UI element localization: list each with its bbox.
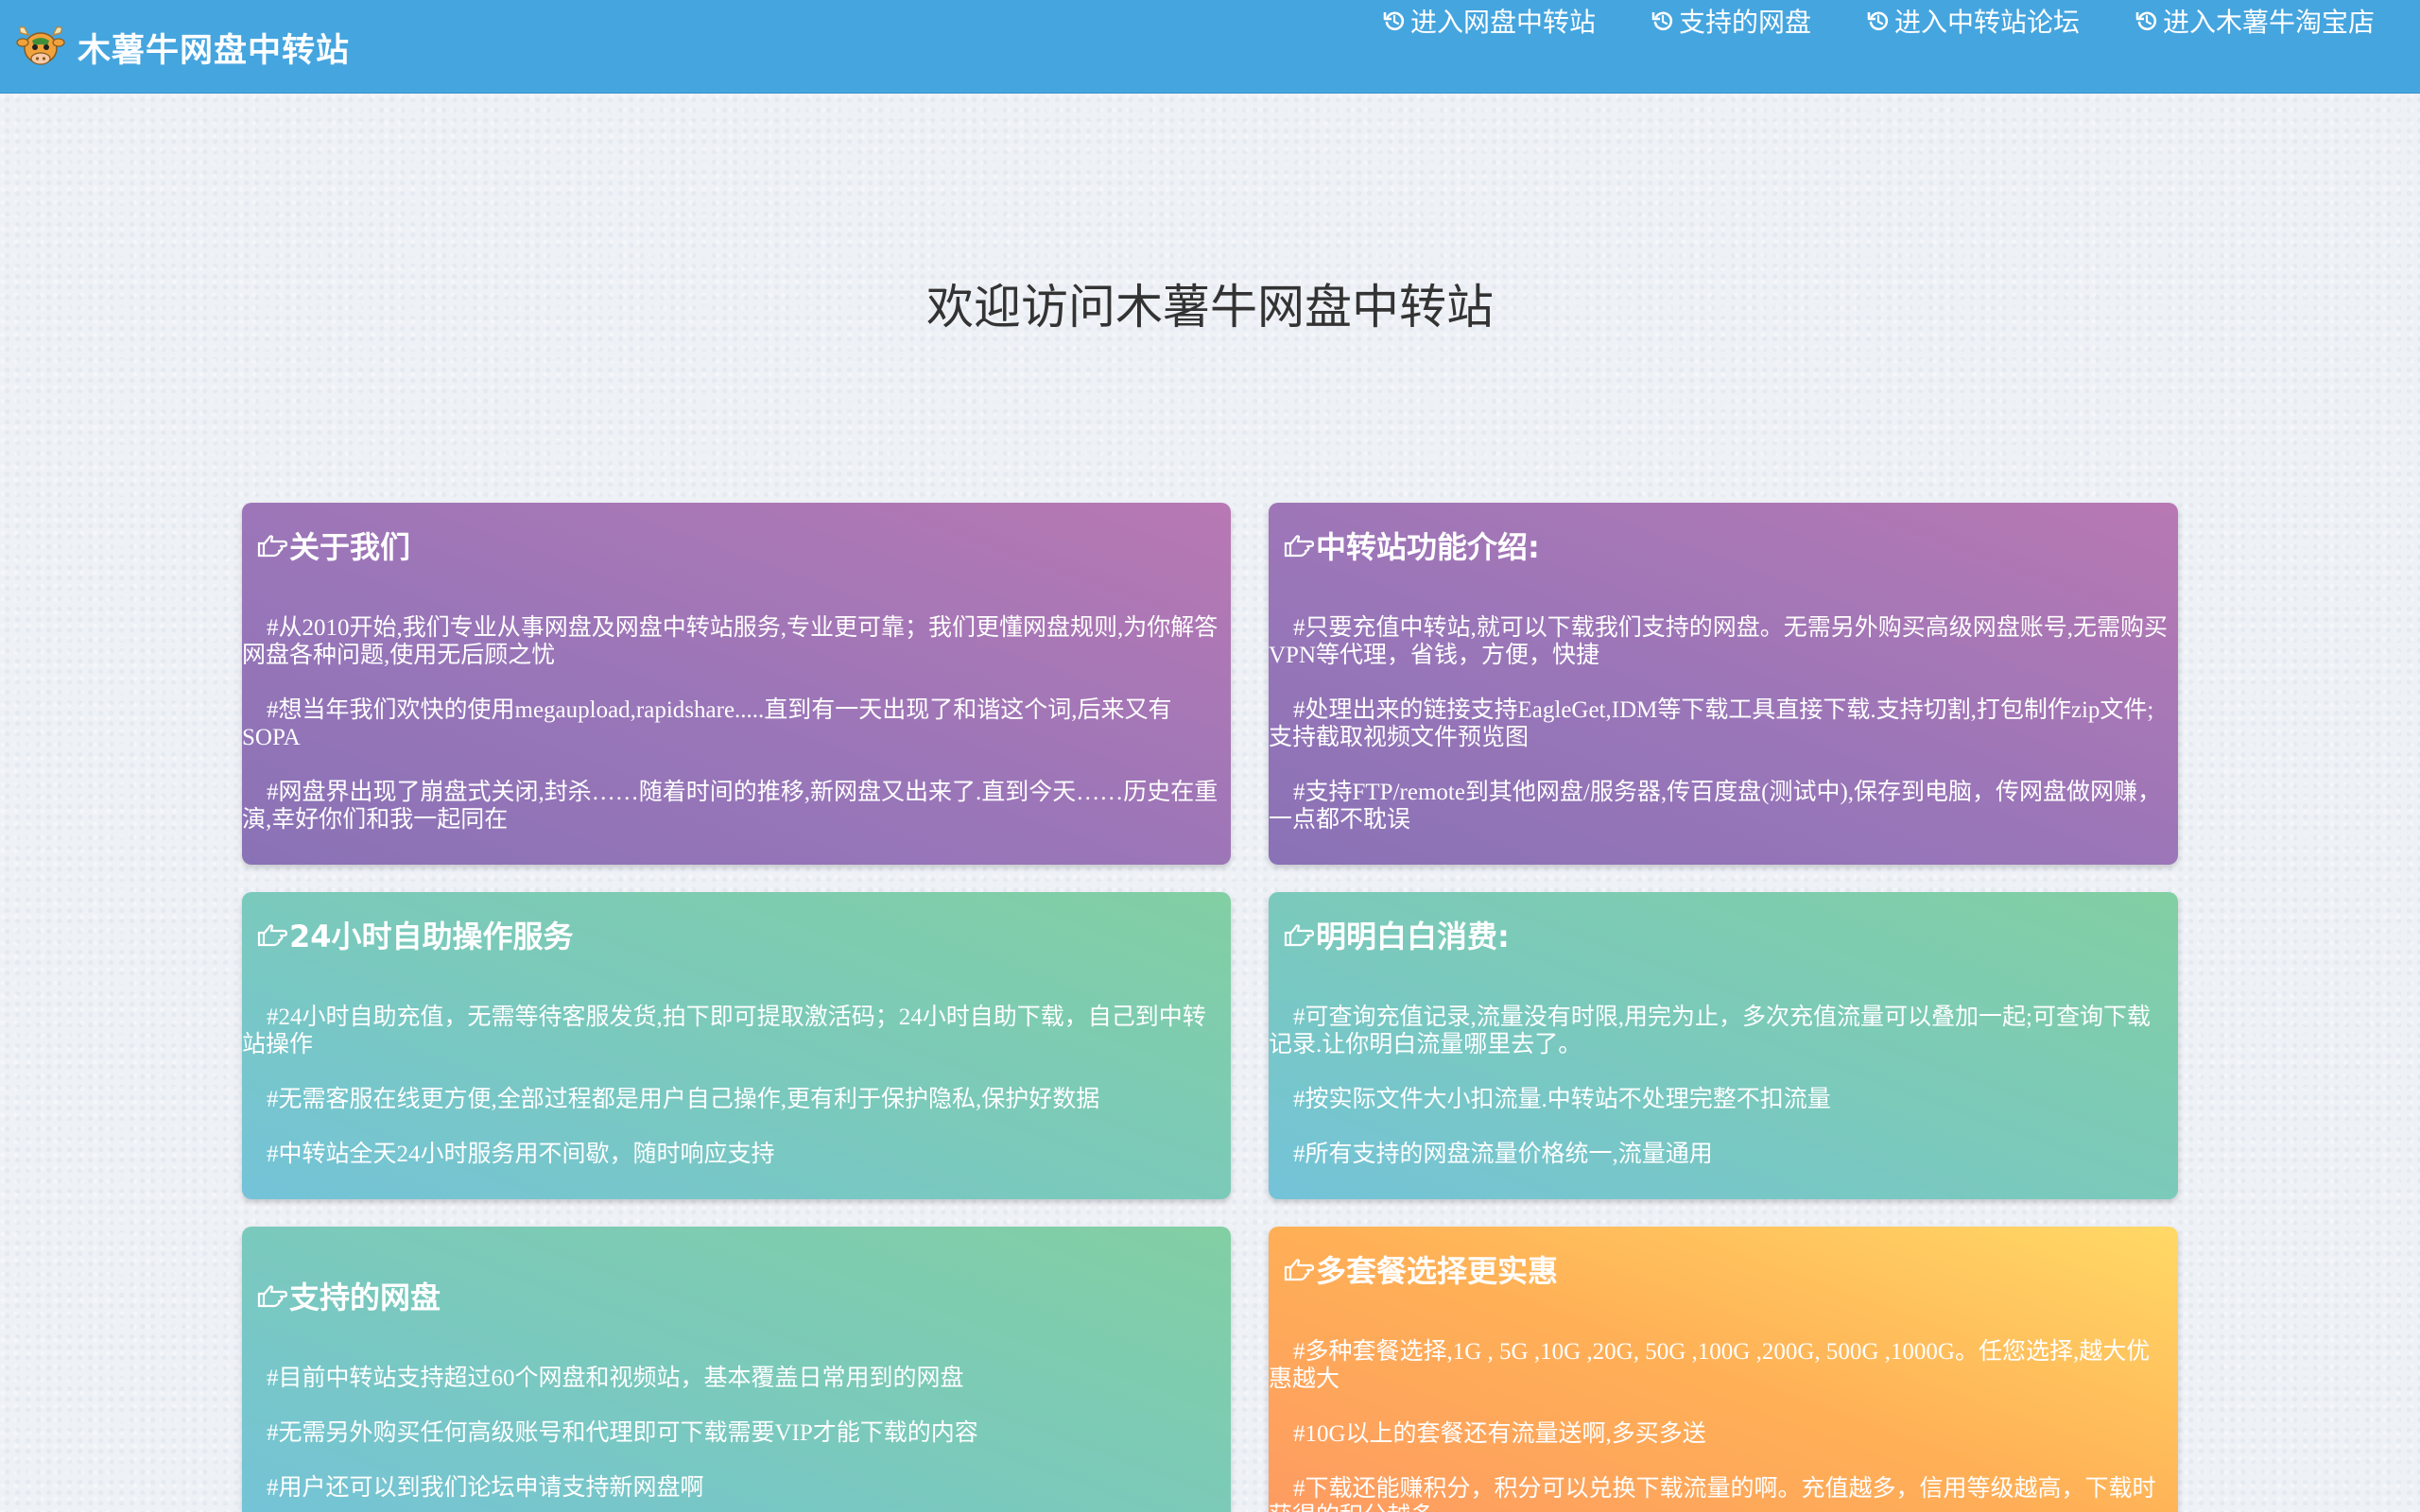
card-paragraph: #处理出来的链接支持EagleGet,IDM等下载工具直接下载.支持切割,打包制… bbox=[1269, 697, 2154, 750]
card-transparent-billing: 明明白白消费: #可查询充值记录,流量没有时限,用完为止，多次充值流量可以叠加一… bbox=[1269, 892, 2178, 1199]
card-paragraph: #所有支持的网盘流量价格统一,流量通用 bbox=[1293, 1142, 1713, 1167]
card-title: 多套餐选择更实惠 bbox=[1282, 1247, 1558, 1291]
card-title-text: 24小时自助操作服务 bbox=[289, 919, 574, 954]
card-paragraph: #无需另外购买任何高级账号和代理即可下载需要VIP才能下载的内容 bbox=[267, 1420, 978, 1446]
card-paragraph: #无需客服在线更方便,全部过程都是用户自己操作,更有利于保护隐私,保护好数据 bbox=[267, 1087, 1100, 1112]
card-title: 中转站功能介绍: bbox=[1282, 524, 1540, 567]
card-title: 支持的网盘 bbox=[255, 1274, 441, 1317]
refresh-icon bbox=[1383, 11, 1405, 31]
card-body: #24小时自助充值，无需等待客服发货,拍下即可提取激活码；24小时自助下载，自己… bbox=[242, 1004, 1223, 1195]
card-body: #多种套餐选择,1G , 5G ,10G ,20G, 50G ,100G ,20… bbox=[1269, 1338, 2170, 1512]
card-title-text: 明明白白消费: bbox=[1316, 919, 1510, 954]
nav-forum[interactable]: 进入中转站论坛 bbox=[1866, 2, 2080, 40]
card-body: #可查询充值记录,流量没有时限,用完为止，多次充值流量可以叠加一起;可查询下载记… bbox=[1269, 1004, 2170, 1195]
card-paragraph: #中转站全天24小时服务用不间歇，随时响应支持 bbox=[267, 1142, 775, 1167]
hand-point-right-icon bbox=[1284, 1259, 1314, 1281]
card-title-text: 支持的网盘 bbox=[289, 1280, 441, 1315]
card-paragraph: #想当年我们欢快的使用megaupload,rapidshare.....直到有… bbox=[242, 697, 1172, 750]
card-title-text: 中转站功能介绍: bbox=[1316, 529, 1540, 565]
card-packages: 多套餐选择更实惠 #多种套餐选择,1G , 5G ,10G ,20G, 50G … bbox=[1269, 1227, 2178, 1512]
card-paragraph: #用户还可以到我们论坛申请支持新网盘啊 bbox=[267, 1475, 704, 1501]
card-body: #目前中转站支持超过60个网盘和视频站，基本覆盖日常用到的网盘 #无需另外购买任… bbox=[242, 1365, 1223, 1512]
main-nav: 进入网盘中转站 支持的网盘 进入中转站论坛 进入木薯牛淘宝店 bbox=[1382, 2, 2375, 40]
card-paragraph: #多种套餐选择,1G , 5G ,10G ,20G, 50G ,100G ,20… bbox=[1269, 1339, 2151, 1392]
card-paragraph: #下载还能赚积分，积分可以兑换下载流量的啊。充值越多，信用等级越高，下载时获得的… bbox=[1269, 1476, 2156, 1512]
brand-link[interactable]: 木薯牛网盘中转站 bbox=[15, 21, 350, 74]
cow-logo-icon bbox=[16, 26, 65, 65]
card-about-us: 关于我们 #从2010开始,我们专业从事网盘及网盘中转站服务,专业更可靠；我们更… bbox=[242, 503, 1231, 865]
card-paragraph: #支持FTP/remote到其他网盘/服务器,传百度盘(测试中),保存到电脑，传… bbox=[1269, 780, 2162, 833]
card-body: #从2010开始,我们专业从事网盘及网盘中转站服务,专业更可靠；我们更懂网盘规则… bbox=[242, 614, 1223, 861]
card-features: 中转站功能介绍: #只要充值中转站,就可以下载我们支持的网盘。无需另外购买高级网… bbox=[1269, 503, 2178, 865]
card-paragraph: #网盘界出现了崩盘式关闭,封杀……随着时间的推移,新网盘又出来了.直到今天……历… bbox=[242, 780, 1219, 833]
card-paragraph: #可查询充值记录,流量没有时限,用完为止，多次充值流量可以叠加一起;可查询下载记… bbox=[1269, 1005, 2151, 1057]
hand-point-right-icon bbox=[257, 535, 287, 558]
card-paragraph: #按实际文件大小扣流量.中转站不处理完整不扣流量 bbox=[1293, 1087, 1831, 1112]
hand-point-right-icon bbox=[257, 924, 287, 947]
nav-label: 进入木薯牛淘宝店 bbox=[2162, 7, 2375, 38]
card-paragraph: #10G以上的套餐还有流量送啊,多买多送 bbox=[1293, 1421, 1706, 1447]
card-title: 明明白白消费: bbox=[1282, 913, 1510, 956]
nav-label: 进入中转站论坛 bbox=[1893, 7, 2080, 38]
refresh-icon bbox=[1867, 11, 1889, 31]
nav-taobao-store[interactable]: 进入木薯牛淘宝店 bbox=[2135, 2, 2375, 40]
hand-point-right-icon bbox=[1284, 535, 1314, 558]
hand-point-right-icon bbox=[1284, 924, 1314, 947]
brand-title: 木薯牛网盘中转站 bbox=[78, 31, 351, 70]
nav-label: 支持的网盘 bbox=[1678, 7, 1811, 38]
card-self-service: 24小时自助操作服务 #24小时自助充值，无需等待客服发货,拍下即可提取激活码；… bbox=[242, 892, 1231, 1199]
welcome-heading: 欢迎访问木薯牛网盘中转站 bbox=[926, 280, 1494, 335]
card-supported-disks: 支持的网盘 #目前中转站支持超过60个网盘和视频站，基本覆盖日常用到的网盘 #无… bbox=[242, 1227, 1231, 1512]
card-title: 24小时自助操作服务 bbox=[255, 913, 574, 956]
card-title-text: 多套餐选择更实惠 bbox=[1316, 1253, 1559, 1289]
nav-enter-transfer-station[interactable]: 进入网盘中转站 bbox=[1382, 2, 1596, 40]
card-title: 关于我们 bbox=[255, 524, 410, 567]
refresh-icon bbox=[1651, 11, 1673, 31]
card-title-text: 关于我们 bbox=[289, 529, 411, 565]
card-body: #只要充值中转站,就可以下载我们支持的网盘。无需另外购买高级网盘账号,无需购买V… bbox=[1269, 614, 2170, 861]
card-paragraph: #24小时自助充值，无需等待客服发货,拍下即可提取激活码；24小时自助下载，自己… bbox=[242, 1005, 1206, 1057]
refresh-icon bbox=[2135, 11, 2157, 31]
nav-label: 进入网盘中转站 bbox=[1409, 7, 1596, 38]
card-paragraph: #只要充值中转站,就可以下载我们支持的网盘。无需另外购买高级网盘账号,无需购买V… bbox=[1269, 615, 2169, 668]
top-navbar: 木薯牛网盘中转站 进入网盘中转站 支持的网盘 进入中转站论坛 进入木薯牛淘宝店 bbox=[0, 0, 2420, 94]
hand-point-right-icon bbox=[257, 1285, 287, 1308]
card-paragraph: #从2010开始,我们专业从事网盘及网盘中转站服务,专业更可靠；我们更懂网盘规则… bbox=[242, 615, 1219, 668]
card-paragraph: #目前中转站支持超过60个网盘和视频站，基本覆盖日常用到的网盘 bbox=[267, 1366, 964, 1391]
nav-supported-disks[interactable]: 支持的网盘 bbox=[1651, 2, 1811, 40]
